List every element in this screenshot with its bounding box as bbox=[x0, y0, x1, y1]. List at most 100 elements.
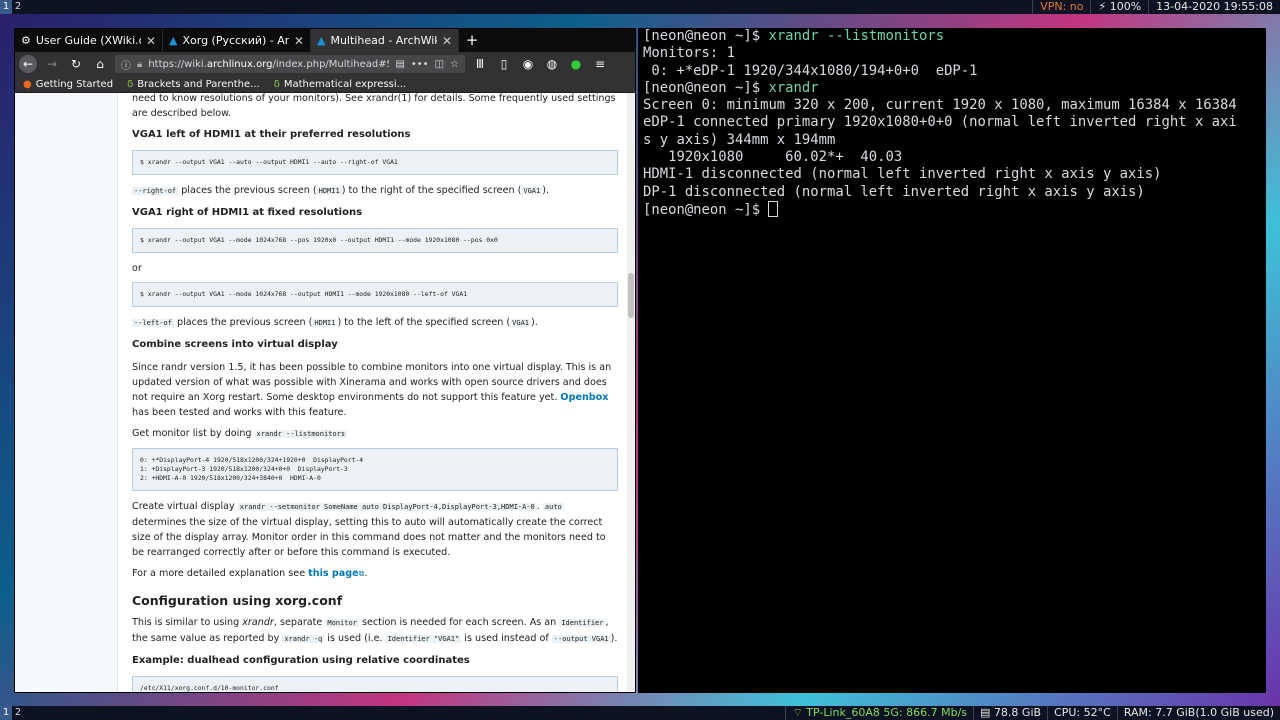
text: , separate bbox=[273, 617, 326, 628]
bookmark-site-icon: δ bbox=[127, 78, 134, 90]
url-domain: archlinux.org bbox=[206, 58, 273, 70]
inline-code: VGA1 bbox=[521, 187, 543, 195]
page-scrollbar[interactable] bbox=[627, 93, 635, 692]
account-icon[interactable]: ◉ bbox=[519, 55, 537, 73]
or-text: or bbox=[132, 263, 142, 274]
bookmark-math[interactable]: δ Mathematical expressi... bbox=[274, 79, 406, 90]
text: Create virtual display bbox=[132, 501, 238, 512]
text: Since randr version 1.5, it has been pos… bbox=[132, 362, 612, 403]
info-icon[interactable]: ⓘ bbox=[121, 57, 131, 72]
text: ) to the left of the specified screen ( bbox=[337, 317, 511, 328]
command: xrandr --listmonitors bbox=[768, 28, 945, 44]
text: places the previous screen ( bbox=[173, 317, 313, 328]
terminal-line: [neon@neon ~]$ xrandr --listmonitors bbox=[643, 28, 1266, 45]
bookmark-star-icon[interactable]: ☆ bbox=[450, 59, 459, 70]
bookmark-brackets[interactable]: δ Brackets and Parenthe... bbox=[127, 79, 260, 90]
workspace-1-button[interactable]: 1 bbox=[0, 0, 12, 14]
forward-icon[interactable]: → bbox=[43, 55, 61, 73]
reader-icon[interactable]: ▤ bbox=[395, 59, 404, 70]
inline-code: HDMI1 bbox=[316, 187, 342, 195]
prompt: [neon@neon ~]$ bbox=[643, 28, 769, 44]
bookmark-site-icon: δ bbox=[273, 78, 280, 90]
inline-code: Identifier "VGA1" bbox=[385, 635, 462, 643]
terminal-line: Screen 0: minimum 320 x 200, current 192… bbox=[643, 97, 1237, 114]
this-page-link[interactable]: this page bbox=[308, 568, 358, 579]
menu-icon[interactable]: ≡ bbox=[591, 55, 609, 73]
terminal-window[interactable]: [neon@neon ~]$ xrandr --listmonitors Mon… bbox=[638, 28, 1266, 693]
inline-code: auto bbox=[542, 503, 564, 511]
terminal-line: [neon@neon ~]$ xrandr bbox=[643, 80, 1266, 97]
bookmark-getting-started[interactable]: ● Getting Started bbox=[23, 79, 113, 90]
leftof-paragraph: --left-of places the previous screen (HD… bbox=[132, 315, 618, 331]
heading-vga-right: VGA1 right of HDMI1 at fixed resolutions bbox=[132, 207, 363, 218]
inline-code: --left-of bbox=[132, 319, 174, 327]
reload-icon[interactable]: ↻ bbox=[67, 55, 85, 73]
terminal-line: 1920x1080 60.02*+ 40.03 bbox=[643, 149, 903, 166]
more-paragraph: For a more detailed explanation see this… bbox=[132, 566, 618, 581]
text: determines the size of the virtual displ… bbox=[132, 517, 606, 558]
pocket-icon[interactable]: ◫ bbox=[435, 59, 444, 70]
library-icon[interactable]: Ⅲ bbox=[471, 55, 489, 73]
code-block: $ xrandr --output VGA1 --mode 1024x768 -… bbox=[132, 228, 618, 253]
heading-example: Example: dualhead configuration using re… bbox=[132, 655, 470, 666]
bottom-status-bar: 1 2 ⌔ TP-Link_60A8 5G: 866.7 Mb/s ▤ 78.8… bbox=[0, 706, 1280, 720]
workspace-2-button[interactable]: 2 bbox=[12, 0, 24, 14]
command: xrandr bbox=[768, 79, 819, 96]
lock-icon[interactable]: 🔒︎ bbox=[137, 59, 142, 70]
top-status-bar: 1 2 VPN: no ⚡ 100% 13-04-2020 19:55:08 bbox=[0, 0, 1280, 14]
scroll-thumb[interactable] bbox=[628, 273, 634, 318]
arch-icon: ▲ bbox=[169, 34, 178, 47]
extension-green-icon[interactable]: ● bbox=[567, 55, 585, 73]
combine-paragraph: Since randr version 1.5, it has been pos… bbox=[132, 360, 618, 420]
tab-xorg[interactable]: ▲ Xorg (Русский) - ArchWiki ✕ bbox=[163, 29, 311, 52]
page-actions-icon[interactable]: ••• bbox=[411, 59, 429, 70]
terminal-line: Monitors: 1 bbox=[643, 45, 735, 62]
close-icon[interactable]: ✕ bbox=[146, 34, 156, 48]
code-block: $ xrandr --output VGA1 --mode 1024x768 -… bbox=[132, 282, 618, 307]
openbox-link[interactable]: Openbox bbox=[560, 392, 608, 403]
tab-xwiki[interactable]: ⚙ User Guide (XWiki.org) ✕ bbox=[15, 29, 163, 52]
tab-multihead[interactable]: ▲ Multihead - ArchWiki ✕ bbox=[311, 29, 459, 52]
tab-title: Xorg (Русский) - ArchWiki bbox=[182, 34, 289, 47]
cpu-status: CPU: 52°C bbox=[1047, 706, 1117, 720]
rightof-paragraph: --right-of places the previous screen (H… bbox=[132, 183, 618, 199]
text: ). bbox=[531, 317, 538, 328]
sidebar-icon[interactable]: ▯ bbox=[495, 55, 513, 73]
battery-icon: ⚡ bbox=[1098, 0, 1107, 13]
heading-combine: Combine screens into virtual display bbox=[132, 339, 338, 350]
workspace-2-button[interactable]: 2 bbox=[12, 706, 24, 720]
disk-status: ▤ 78.8 GiB bbox=[973, 706, 1047, 720]
wifi-label: TP-Link_60A8 5G: 866.7 Mb/s bbox=[806, 706, 968, 719]
url-bar[interactable]: ⓘ 🔒︎ https://wiki.archlinux.org/index.ph… bbox=[115, 55, 465, 73]
url-text[interactable]: https://wiki.archlinux.org/index.php/Mul… bbox=[148, 59, 389, 70]
ram-status: RAM: 7.7 GiB(1.0 GiB used) bbox=[1116, 706, 1280, 720]
prompt: [neon@neon ~]$ bbox=[643, 79, 769, 96]
inline-code: Identifier bbox=[559, 619, 606, 627]
back-icon[interactable]: ← bbox=[19, 55, 37, 73]
code-block: /etc/X11/xorg.conf.d/10-monitor.conf bbox=[132, 676, 618, 692]
inline-code: --output VGA1 bbox=[551, 635, 611, 643]
new-tab-button[interactable]: + bbox=[459, 29, 485, 52]
bookmark-label: Mathematical expressi... bbox=[283, 78, 407, 90]
wifi-icon: ⌔ bbox=[792, 706, 803, 719]
workspace-1-button[interactable]: 1 bbox=[0, 706, 12, 720]
extension-icon[interactable]: ◍ bbox=[543, 55, 561, 73]
home-icon[interactable]: ⌂ bbox=[91, 55, 109, 73]
text: section is needed for each screen. As an bbox=[358, 617, 560, 628]
text: ). bbox=[542, 185, 550, 196]
firefox-window: ⚙ User Guide (XWiki.org) ✕ ▲ Xorg (Русск… bbox=[14, 28, 636, 693]
clock: 13-04-2020 19:55:08 bbox=[1148, 0, 1280, 14]
close-icon[interactable]: ✕ bbox=[294, 34, 304, 48]
terminal-line: DP-1 disconnected (normal left inverted … bbox=[643, 183, 1145, 200]
bookmark-label: Brackets and Parenthe... bbox=[137, 78, 260, 90]
similar-paragraph: This is similar to using xrandr, separat… bbox=[132, 615, 618, 647]
code-block: $ xrandr --output VGA1 --auto --output H… bbox=[132, 150, 618, 175]
terminal-line: HDMI-1 disconnected (normal left inverte… bbox=[643, 166, 1162, 183]
nav-toolbar: ← → ↻ ⌂ ⓘ 🔒︎ https://wiki.archlinux.org/… bbox=[15, 52, 635, 76]
battery-status: ⚡ 100% bbox=[1090, 0, 1148, 14]
text: ) to the right of the specified screen ( bbox=[341, 185, 522, 196]
vpn-status: VPN: no bbox=[1032, 0, 1090, 14]
intro-paragraph: need to know resolutions of your monitor… bbox=[132, 93, 616, 119]
inline-code: HDMI1 bbox=[312, 319, 338, 327]
close-icon[interactable]: ✕ bbox=[442, 34, 452, 48]
